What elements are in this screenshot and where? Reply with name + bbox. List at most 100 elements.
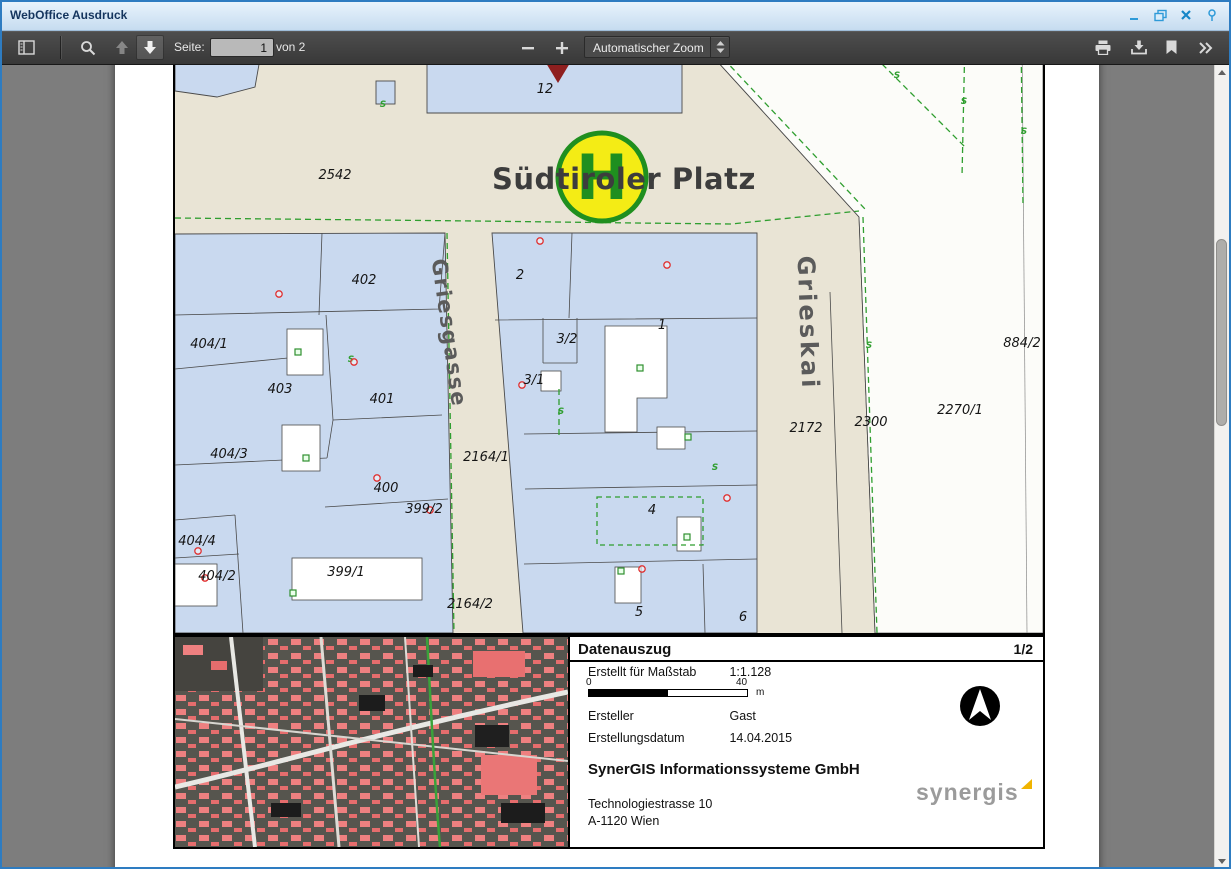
gas-valve-symbol: S: [866, 341, 872, 351]
parcel-label: 6: [739, 610, 747, 625]
double-chevron-right-icon: [1198, 41, 1213, 55]
download-button[interactable]: [1125, 35, 1153, 60]
sidebar-icon: [18, 40, 35, 55]
gas-valve-symbol: S: [558, 407, 564, 417]
parcel-label: 399/1: [327, 565, 364, 580]
company-name: SynerGIS Informationssysteme GmbH: [588, 761, 860, 778]
restore-icon: [1153, 8, 1168, 22]
next-page-button[interactable]: [136, 35, 164, 60]
parcel-label: 2300: [854, 415, 887, 430]
overview-map-svg: [175, 637, 568, 847]
scalebar: 0 40 m: [588, 677, 788, 701]
parcel-label: 2172: [789, 421, 822, 436]
pdf-toolbar: Seite: von 2 Automatischer Zoom: [2, 31, 1229, 65]
more-tools-button[interactable]: [1191, 35, 1219, 60]
parcel-label: 1: [658, 318, 666, 333]
parcel-label: 403: [268, 382, 293, 397]
bookmark-icon: [1165, 40, 1178, 55]
north-arrow-icon: [958, 684, 1002, 728]
scalebar-zero: 0: [586, 677, 592, 688]
bookmark-button[interactable]: [1157, 35, 1185, 60]
cadastral-map-svg: S S S S S S S S: [175, 65, 1043, 633]
zoom-out-button[interactable]: [514, 35, 542, 60]
pdf-page: S S S S S S S S: [115, 65, 1099, 869]
arrow-up-icon: [114, 40, 130, 55]
window-controls: [1123, 5, 1223, 25]
parcel-label: 2164/2: [447, 597, 493, 612]
parcel-label: 402: [352, 273, 377, 288]
company-address-line2: A-1120 Wien: [588, 814, 659, 828]
gas-valve-symbol: S: [712, 463, 718, 473]
zoom-select-value: Automatischer Zoom: [593, 41, 704, 55]
print-button[interactable]: [1089, 35, 1117, 60]
minimize-button[interactable]: [1123, 5, 1145, 25]
parcel-label: 2164/1: [463, 450, 509, 465]
download-icon: [1131, 40, 1147, 55]
restore-button[interactable]: [1149, 5, 1171, 25]
scalebar-forty: 40: [736, 677, 747, 688]
north-arrow: [958, 684, 1002, 731]
parcel-label: 884/2: [1003, 336, 1040, 351]
date-label: Erstellungsdatum: [588, 731, 726, 745]
scrollbar-thumb[interactable]: [1216, 239, 1227, 426]
overview-map: [175, 637, 570, 847]
info-box-header: Datenauszug 1/2: [570, 637, 1043, 662]
search-icon: [80, 40, 96, 56]
parcel-label: 4: [648, 503, 656, 518]
arrow-down-icon: [142, 40, 158, 55]
info-box: Datenauszug 1/2 Erstellt für Maßstab 1:1…: [570, 637, 1043, 847]
zoom-in-button[interactable]: [548, 35, 576, 60]
toggle-sidebar-button[interactable]: [12, 35, 40, 60]
titlebar: WebOffice Ausdruck: [2, 2, 1229, 31]
parcel-label: 3/1: [524, 373, 545, 388]
search-button[interactable]: [74, 35, 102, 60]
parcel-label: 404/3: [210, 447, 247, 462]
scroll-down-button[interactable]: [1215, 854, 1229, 869]
company-address-line1: Technologiestrasse 10: [588, 797, 712, 811]
viewer: S S S S S S S S: [2, 65, 1229, 869]
parcel-label: 2270/1: [937, 403, 983, 418]
parcel-label: 3/2: [557, 332, 578, 347]
parcel-label: 399/2: [405, 502, 442, 517]
street-name-grieskai: Grieskai: [792, 255, 825, 391]
place-label: Südtiroler Platz: [492, 162, 756, 196]
previous-page-button[interactable]: [108, 35, 136, 60]
parcel-label: 401: [370, 392, 395, 407]
synergis-logo-text: synergis: [916, 779, 1019, 805]
parcel-label: 5: [635, 605, 643, 620]
scalebar-unit: m: [756, 687, 764, 698]
close-icon: [1179, 8, 1193, 22]
parcel-label: 400: [374, 481, 399, 496]
zoom-select[interactable]: Automatischer Zoom: [584, 36, 730, 58]
parcel-label: 404/1: [190, 337, 227, 352]
parcel-label: 404/4: [178, 534, 215, 549]
plus-icon: [555, 41, 569, 55]
gas-valve-symbol: S: [894, 71, 900, 81]
synergis-logo-accent: [1021, 779, 1032, 789]
scroll-up-button[interactable]: [1215, 65, 1229, 80]
parcel-label: 404/2: [198, 569, 235, 584]
scalebar-bar: [588, 689, 748, 697]
minimize-icon: [1127, 8, 1141, 22]
pin-icon: [1205, 8, 1219, 22]
creator-value: Gast: [729, 709, 755, 723]
parcel-label: 2542: [318, 168, 351, 183]
date-value: 14.04.2015: [729, 731, 792, 745]
print-icon: [1095, 40, 1111, 55]
gas-valve-symbol: S: [961, 97, 967, 107]
page-label: Seite:: [174, 31, 205, 64]
page-number-input[interactable]: [210, 38, 274, 57]
close-button[interactable]: [1175, 5, 1197, 25]
pin-button[interactable]: [1201, 5, 1223, 25]
synergis-logo: synergis: [916, 779, 1019, 806]
cadastral-map: S S S S S S S S: [173, 65, 1045, 635]
creator-label: Ersteller: [588, 709, 726, 723]
date-row: Erstellungsdatum 14.04.2015: [588, 731, 792, 745]
map-footer: Datenauszug 1/2 Erstellt für Maßstab 1:1…: [173, 635, 1045, 849]
gas-valve-symbol: S: [380, 100, 386, 110]
parcel-label: 2: [516, 268, 524, 283]
info-box-page-indicator: 1/2: [1014, 641, 1033, 657]
minus-icon: [521, 41, 535, 55]
toolbar-separator: [60, 36, 61, 59]
vertical-scrollbar[interactable]: [1214, 65, 1229, 869]
